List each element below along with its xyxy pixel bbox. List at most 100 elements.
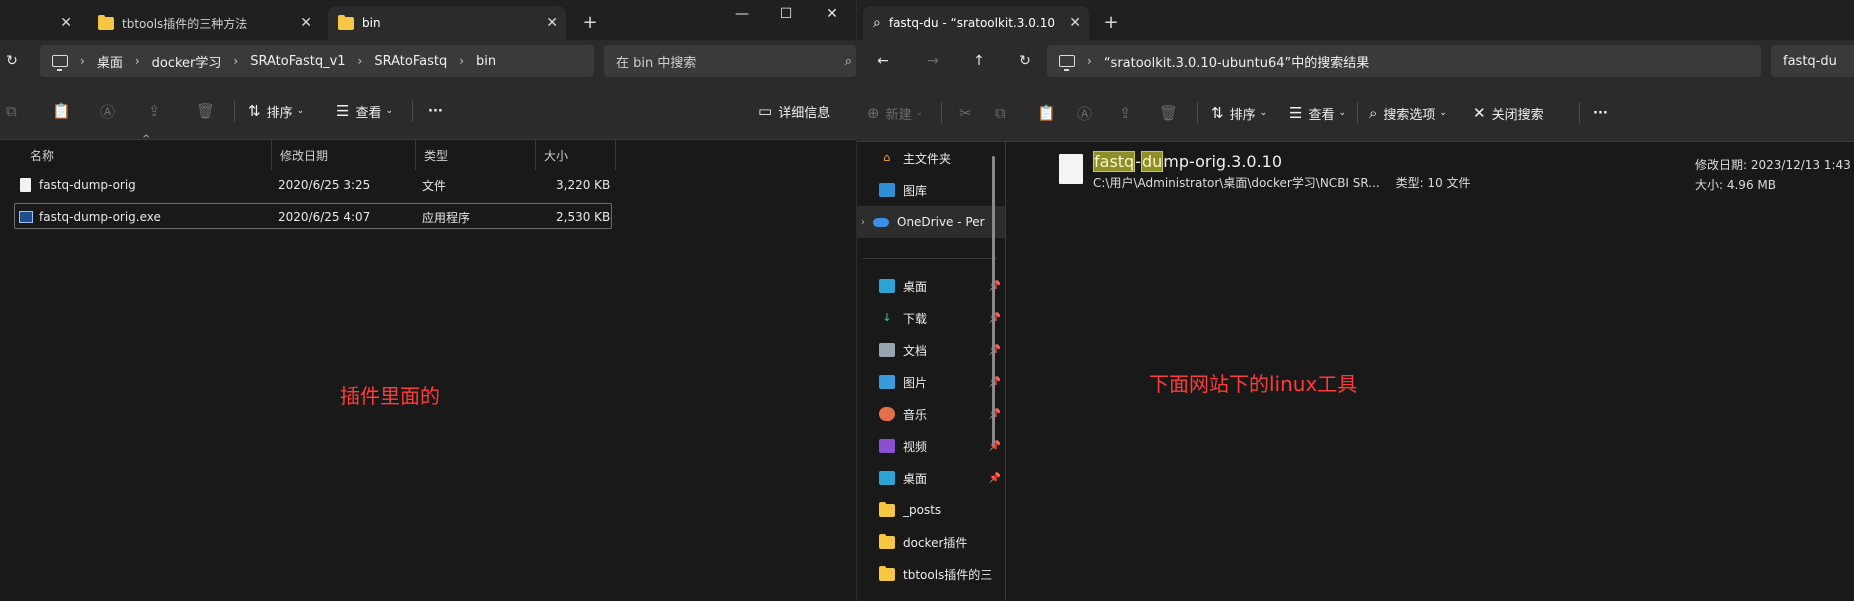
sort-button[interactable]: ⇅ 排序 ⌄	[248, 82, 304, 140]
more-button[interactable]: ···	[428, 82, 443, 140]
address-bar: ← → ↑ ↻ › “sratoolkit.3.0.10-ubuntu64”中的…	[857, 40, 1854, 84]
divider	[412, 100, 413, 122]
tab-search-results[interactable]: ⌕ fastq-du - “sratoolkit.3.0.10-ub ✕	[863, 6, 1089, 40]
file-explorer-window-left: ✕ tbtools插件的三种方法 ✕ bin ✕ + — ☐ ✕ ↻ › 桌面 …	[0, 0, 856, 601]
sidebar-item-desktop-2[interactable]: 桌面 📌	[879, 462, 1005, 494]
close-window-button[interactable]: ✕	[812, 0, 852, 28]
maximize-button[interactable]: ☐	[766, 0, 806, 28]
chevron-down-icon: ⌄	[1439, 108, 1447, 118]
close-search-button[interactable]: ✕ 关闭搜索	[1473, 84, 1544, 142]
new-label: 新建	[885, 107, 912, 123]
breadcrumb[interactable]: › 桌面 › docker学习 › SRAtoFastq_v1 › SRAtoF…	[40, 45, 594, 77]
breadcrumb-item[interactable]: SRAtoFastq_v1	[250, 54, 345, 69]
sort-button[interactable]: ⇅ 排序 ⌄	[1211, 84, 1267, 142]
share-icon[interactable]: ⇪	[1119, 84, 1138, 142]
delete-icon[interactable]: 🗑	[1159, 84, 1184, 142]
result-path: C:\用户\Administrator\桌面\docker学习\NCBI SR.…	[1093, 174, 1471, 191]
view-button[interactable]: ☰ 查看 ⌄	[1289, 84, 1346, 142]
column-header-modified[interactable]: 修改日期	[272, 140, 416, 170]
refresh-button[interactable]: ↻	[0, 50, 24, 72]
column-header-type[interactable]: 类型	[416, 140, 536, 170]
chevron-down-icon: ⌄	[915, 108, 924, 118]
table-row[interactable]: fastq-dump-orig 2020/6/25 3:25 文件 3,220 …	[14, 172, 612, 198]
sidebar-item-gallery[interactable]: 图库	[879, 174, 1005, 206]
copy-icon[interactable]: ⧉	[995, 84, 1012, 142]
scrollbar[interactable]	[992, 156, 995, 446]
gallery-icon	[879, 183, 895, 197]
search-input[interactable]: fastq-du	[1771, 45, 1854, 77]
document-icon	[879, 343, 895, 357]
sidebar-item-posts[interactable]: _posts	[879, 494, 1005, 526]
tab-tbtools[interactable]: tbtools插件的三种方法 ✕	[88, 6, 320, 40]
new-button[interactable]: ⊕ 新建 ⌄	[867, 84, 923, 142]
view-button[interactable]: ☰ 查看 ⌄	[336, 82, 393, 140]
annotation-text: 插件里面的	[340, 384, 440, 408]
search-options-button[interactable]: ⌕ 搜索选项 ⌄	[1369, 84, 1447, 142]
new-tab-button[interactable]: +	[1097, 8, 1125, 36]
forward-button[interactable]: →	[921, 50, 945, 72]
sidebar-item-music[interactable]: 音乐 📌	[879, 398, 1005, 430]
sidebar-item-label: 下载	[903, 311, 928, 326]
close-icon[interactable]: ✕	[300, 15, 312, 31]
size-cell: 3,220 KB	[556, 178, 611, 192]
computer-icon	[1059, 55, 1075, 71]
breadcrumb-item[interactable]: 桌面	[97, 52, 123, 71]
more-button[interactable]: ···	[1593, 84, 1608, 142]
up-button[interactable]: ↑	[967, 50, 991, 72]
music-icon	[879, 407, 895, 421]
table-row[interactable]: fastq-dump-orig.exe 2020/6/25 4:07 应用程序 …	[14, 203, 612, 229]
column-header-name[interactable]: 名称 ^	[22, 134, 272, 170]
search-highlight: du	[1140, 151, 1164, 172]
pin-icon[interactable]: 📌	[989, 473, 1001, 484]
sidebar-item-label: 视频	[903, 439, 928, 454]
sidebar-item-label: 图库	[903, 183, 928, 198]
sidebar-item-tbtools[interactable]: tbtools插件的三	[879, 558, 1005, 590]
paste-icon[interactable]: 📋	[1037, 84, 1062, 142]
sidebar-item-pictures[interactable]: 图片 📌	[879, 366, 1005, 398]
sidebar-item-downloads[interactable]: ↓ 下载 📌	[879, 302, 1005, 334]
navigation-pane: ⌂ 主文件夹 图库 › OneDrive - Per 桌面 📌 ↓ 下载 📌 文…	[857, 140, 1005, 601]
sidebar-item-desktop[interactable]: 桌面 📌	[879, 270, 1005, 302]
sidebar-item-onedrive[interactable]: › OneDrive - Per	[857, 206, 1005, 238]
computer-icon	[52, 55, 68, 71]
divider	[863, 258, 997, 259]
chevron-right-icon: ›	[80, 54, 85, 68]
minimize-button[interactable]: —	[722, 0, 762, 28]
rename-icon[interactable]: Ⓐ	[1077, 84, 1098, 142]
copy-icon[interactable]: ⧉	[6, 82, 23, 140]
details-button[interactable]: ▭ 详细信息	[758, 82, 830, 140]
breadcrumb-item[interactable]: “sratoolkit.3.0.10-ubuntu64”中的搜索结果	[1104, 52, 1369, 71]
result-path-text: C:\用户\Administrator\桌面\docker学习\NCBI SR.…	[1093, 176, 1380, 190]
column-label: 修改日期	[280, 148, 329, 163]
command-bar: ⧉ 📋 Ⓐ ⇪ 🗑 ⇅ 排序 ⌄ ☰ 查看 ⌄ ··· ▭ 详细信息	[0, 82, 856, 140]
breadcrumb-item[interactable]: bin	[476, 54, 496, 69]
tab-previous[interactable]: ✕	[0, 6, 80, 40]
breadcrumb-item[interactable]: docker学习	[152, 52, 222, 71]
sidebar-item-videos[interactable]: 视频 📌	[879, 430, 1005, 462]
refresh-button[interactable]: ↻	[1013, 50, 1037, 72]
tab-bin[interactable]: bin ✕	[328, 6, 566, 40]
delete-icon[interactable]: 🗑	[196, 82, 221, 140]
view-label: 查看	[355, 105, 382, 121]
sidebar-item-home[interactable]: ⌂ 主文件夹	[879, 142, 1005, 174]
sidebar-item-documents[interactable]: 文档 📌	[879, 334, 1005, 366]
cut-icon[interactable]: ✂	[959, 84, 978, 142]
modified-cell: 2020/6/25 3:25	[278, 178, 371, 192]
rename-icon[interactable]: Ⓐ	[100, 82, 121, 140]
tab-strip: ✕ tbtools插件的三种方法 ✕ bin ✕ + — ☐ ✕	[0, 0, 856, 40]
pane-splitter[interactable]	[1005, 140, 1006, 601]
search-input[interactable]: 在 bin 中搜索 ⌕	[604, 45, 856, 77]
sidebar-item-label: _posts	[903, 503, 942, 517]
address-field[interactable]: › “sratoolkit.3.0.10-ubuntu64”中的搜索结果	[1047, 45, 1761, 77]
sidebar-item-label: 图片	[903, 375, 928, 390]
share-icon[interactable]: ⇪	[148, 82, 167, 140]
new-tab-button[interactable]: +	[576, 8, 604, 36]
paste-icon[interactable]: 📋	[52, 82, 77, 140]
close-icon[interactable]: ✕	[60, 15, 72, 31]
column-header-size[interactable]: 大小	[536, 140, 616, 170]
back-button[interactable]: ←	[871, 50, 895, 72]
close-icon[interactable]: ✕	[546, 15, 558, 31]
breadcrumb-item[interactable]: SRAtoFastq	[374, 54, 447, 69]
close-icon[interactable]: ✕	[1069, 15, 1081, 31]
sidebar-item-docker[interactable]: docker插件	[879, 526, 1005, 558]
